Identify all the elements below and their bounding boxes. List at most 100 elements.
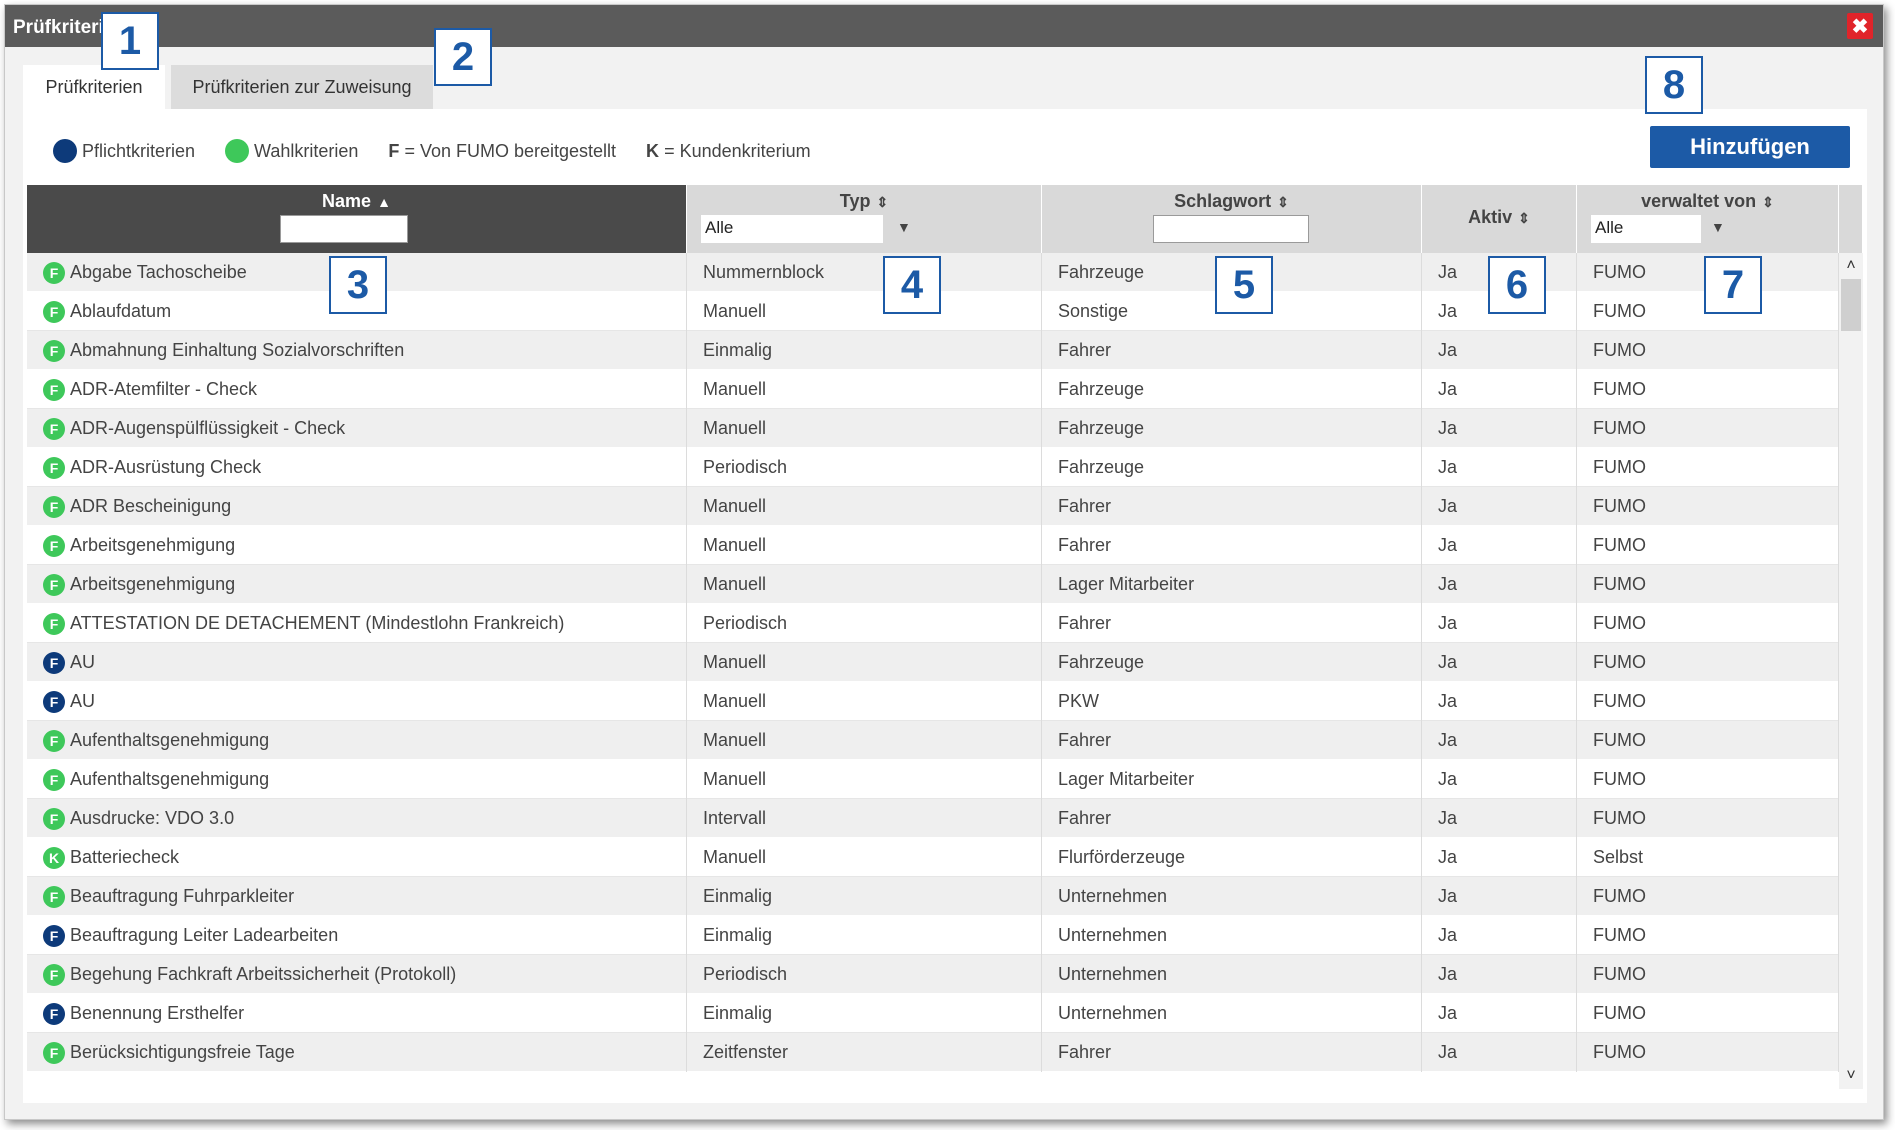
table-row[interactable]: F Begehung Fachkraft Arbeitssicherheit (P…: [27, 955, 1863, 994]
table-row[interactable]: F Arbeitsgenehmigung Manuell Lager Mitarbei…: [27, 565, 1863, 604]
legend: Pflichtkriterien Wahlkriterien F = Von F…: [53, 139, 841, 163]
schlagwort-filter-input[interactable]: [1153, 215, 1309, 243]
cell-name[interactable]: F Abmahnung Einhaltung Sozialvorschriften: [27, 331, 687, 370]
column-header-typ[interactable]: Typ ⇕ Alle ▼: [687, 185, 1042, 253]
close-button[interactable]: ✖: [1847, 13, 1873, 39]
row-name-text: Arbeitsgenehmigung: [70, 574, 236, 594]
table-row[interactable]: F ATTESTATION DE DETACHEMENT (Mindestlohn…: [27, 604, 1863, 643]
cell-typ: Manuell: [687, 565, 1042, 604]
cell-name[interactable]: F Begehung Fachkraft Arbeitssicherheit (P…: [27, 955, 687, 994]
cell-name[interactable]: F Aufenthaltsgenehmigung: [27, 760, 687, 799]
cell-schlagwort: Lager Mitarbeiter: [1042, 565, 1422, 604]
table-row[interactable]: F Aufenthaltsgenehmigung Manuell Lager Mita…: [27, 760, 1863, 799]
wahl-badge-icon: F: [43, 300, 65, 323]
vertical-scrollbar[interactable]: ˄ ˅: [1839, 253, 1863, 1089]
cell-aktiv: Ja: [1422, 331, 1577, 370]
pflicht-badge-icon: F: [43, 651, 65, 674]
legend-f-key: F: [388, 140, 400, 161]
table-row[interactable]: F Berücksichtigungsfreie Tage Zeitfenster F…: [27, 1033, 1863, 1072]
cell-name[interactable]: F Benennung Ersthelfer: [27, 994, 687, 1033]
table-row[interactable]: F Benennung Ersthelfer Einmalig Unternehmen…: [27, 994, 1863, 1033]
cell-name[interactable]: F Arbeitsgenehmigung: [27, 565, 687, 604]
callout-marker: 8: [1645, 56, 1703, 114]
row-name-text: Abgabe Tachoscheibe: [70, 262, 247, 282]
table-row[interactable]: F AU Manuell Fahrzeuge Ja FUMO: [27, 643, 1863, 682]
sort-icon[interactable]: ⇕: [1277, 194, 1289, 210]
cell-name[interactable]: F AU: [27, 682, 687, 721]
column-header-schlagwort[interactable]: Schlagwort ⇕: [1042, 185, 1422, 253]
table-row[interactable]: F ADR-Atemfilter - Check Manuell Fahrzeuge J…: [27, 370, 1863, 409]
scroll-thumb[interactable]: [1841, 279, 1861, 331]
sort-icon[interactable]: ⇕: [876, 194, 888, 210]
cell-name[interactable]: F Beauftragung Fuhrparkleiter: [27, 877, 687, 916]
wahl-badge-icon: F: [43, 495, 65, 518]
column-header-name[interactable]: Name ▲: [27, 185, 687, 253]
table-row[interactable]: F Beauftragung Leiter Ladearbeiten Einmali…: [27, 916, 1863, 955]
column-header-verwaltet[interactable]: verwaltet von ⇕ Alle ▼: [1577, 185, 1839, 253]
sort-icon[interactable]: ⇕: [1518, 210, 1530, 226]
table-row[interactable]: F Arbeitsgenehmigung Manuell Fahrer Ja FUMO: [27, 526, 1863, 565]
scroll-down-icon[interactable]: ˅: [1839, 1067, 1863, 1085]
cell-typ: Manuell: [687, 409, 1042, 448]
table-row[interactable]: K Batteriecheck Manuell Flurförderzeuge Ja Se…: [27, 838, 1863, 877]
cell-name[interactable]: F Ausdrucke: VDO 3.0: [27, 799, 687, 838]
sort-icon[interactable]: ⇕: [1762, 194, 1774, 210]
table-row[interactable]: F ADR Bescheinigung Manuell Fahrer Ja FUMO: [27, 487, 1863, 526]
wahl-badge-icon: F: [43, 534, 65, 557]
cell-schlagwort: Unternehmen: [1042, 916, 1422, 955]
cell-verwaltet: FUMO: [1577, 916, 1839, 955]
column-header-aktiv[interactable]: Aktiv ⇕: [1422, 185, 1577, 253]
cell-name[interactable]: K Batteriecheck: [27, 838, 687, 877]
tab-pruefkriterien-zuweisung[interactable]: Prüfkriterien zur Zuweisung: [171, 65, 433, 109]
cell-typ: Zeitfenster: [687, 1033, 1042, 1072]
row-name-text: AU: [70, 652, 96, 672]
cell-name[interactable]: F ADR Bescheinigung: [27, 487, 687, 526]
table-row[interactable]: F Ausdrucke: VDO 3.0 Intervall Fahrer Ja FUMO: [27, 799, 1863, 838]
tab-pruefkriterien[interactable]: Prüfkriterien: [23, 65, 165, 109]
chevron-down-icon[interactable]: ▼: [897, 219, 911, 235]
grid-header: Name ▲ Typ ⇕ Alle ▼ Schlagwort ⇕ Aktiv ⇕…: [27, 185, 1863, 253]
row-name-text: Aufenthaltsgenehmigung: [70, 769, 270, 789]
main-panel: Pflichtkriterien Wahlkriterien F = Von F…: [23, 109, 1867, 1103]
table-row[interactable]: F Abmahnung Einhaltung Sozialvorschriften…: [27, 331, 1863, 370]
table-row[interactable]: F Aufenthaltsgenehmigung Manuell Fahrer Ja FU…: [27, 721, 1863, 760]
verwaltet-filter-select[interactable]: Alle: [1591, 215, 1701, 243]
cell-name[interactable]: F Beauftragung Leiter Ladearbeiten: [27, 916, 687, 955]
wahl-badge-icon: F: [43, 573, 65, 596]
cell-name[interactable]: F Aufenthaltsgenehmigung: [27, 721, 687, 760]
cell-name[interactable]: F ADR-Atemfilter - Check: [27, 370, 687, 409]
cell-aktiv: Ja: [1422, 721, 1577, 760]
chevron-down-icon[interactable]: ▼: [1711, 219, 1725, 235]
cell-name[interactable]: F Arbeitsgenehmigung: [27, 526, 687, 565]
cell-name[interactable]: F ADR-Ausrüstung Check: [27, 448, 687, 487]
table-row[interactable]: F ADR-Augenspülflüssigkeit - Check Manuell…: [27, 409, 1863, 448]
add-button[interactable]: Hinzufügen: [1650, 126, 1850, 168]
table-row[interactable]: F Ablaufdatum Manuell Sonstige Ja FUMO: [27, 292, 1863, 331]
typ-filter-select[interactable]: Alle: [701, 215, 883, 243]
pflicht-badge-icon: F: [43, 690, 65, 713]
cell-typ: Periodisch: [687, 448, 1042, 487]
legend-k-text: = Kundenkriterium: [664, 140, 811, 161]
cell-aktiv: Ja: [1422, 565, 1577, 604]
cell-name[interactable]: F ADR-Augenspülflüssigkeit - Check: [27, 409, 687, 448]
scroll-up-icon[interactable]: ˄: [1839, 257, 1863, 275]
cell-verwaltet: FUMO: [1577, 1033, 1839, 1072]
cell-typ: Manuell: [687, 682, 1042, 721]
sort-ascending-icon[interactable]: ▲: [377, 194, 391, 210]
wahl-badge-icon: F: [43, 339, 65, 362]
name-filter-input[interactable]: [280, 215, 408, 243]
callout-marker: 7: [1704, 256, 1762, 314]
cell-verwaltet: FUMO: [1577, 721, 1839, 760]
cell-typ: Manuell: [687, 643, 1042, 682]
table-row[interactable]: F AU Manuell PKW Ja FUMO: [27, 682, 1863, 721]
wahl-badge-icon: K: [43, 846, 65, 869]
cell-schlagwort: Unternehmen: [1042, 955, 1422, 994]
table-row[interactable]: F Abgabe Tachoscheibe Nummernblock Fahrzeug…: [27, 253, 1863, 292]
wahl-badge-icon: F: [43, 378, 65, 401]
cell-name[interactable]: F ATTESTATION DE DETACHEMENT (Mindestlohn…: [27, 604, 687, 643]
cell-name[interactable]: F Berücksichtigungsfreie Tage: [27, 1033, 687, 1072]
cell-name[interactable]: F AU: [27, 643, 687, 682]
table-row[interactable]: F ADR-Ausrüstung Check Periodisch Fahrzeuge…: [27, 448, 1863, 487]
tab-bar: Prüfkriterien Prüfkriterien zur Zuweisun…: [23, 65, 433, 109]
table-row[interactable]: F Beauftragung Fuhrparkleiter Einmalig Unte…: [27, 877, 1863, 916]
